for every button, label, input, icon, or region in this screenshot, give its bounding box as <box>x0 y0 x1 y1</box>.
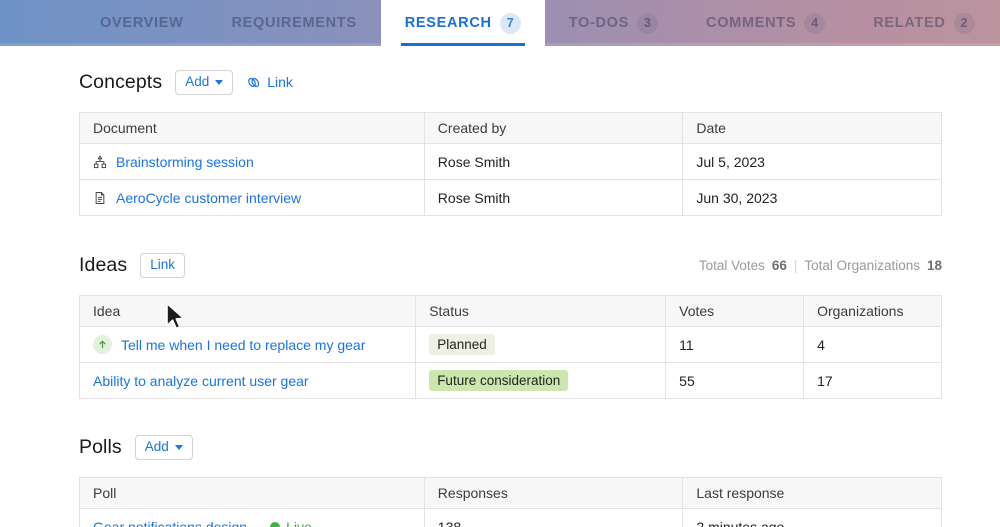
total-organizations-label: Total Organizations <box>804 258 920 273</box>
table-row: Gear notifications design Live 138 2 min… <box>80 509 942 527</box>
polls-add-label: Add <box>145 440 169 454</box>
polls-poll-cell: Gear notifications design Live <box>80 509 425 527</box>
polls-title: Polls <box>79 436 122 459</box>
ideas-votes-cell: 55 <box>666 363 804 399</box>
tab-count-badge: 2 <box>954 13 975 34</box>
table-row: Brainstorming session Rose Smith Jul 5, … <box>80 144 942 180</box>
page-body: Concepts Add Link Document Created by Da… <box>0 46 1000 527</box>
document-icon <box>93 191 107 205</box>
polls-add-button[interactable]: Add <box>135 435 193 460</box>
tab-requirements[interactable]: REQUIREMENTS <box>208 0 381 46</box>
live-dot-icon <box>270 522 280 527</box>
ideas-title: Ideas <box>79 254 127 277</box>
table-header-row: Document Created by Date <box>80 113 942 144</box>
table-row: AeroCycle customer interview Rose Smith … <box>80 180 942 216</box>
concepts-add-label: Add <box>185 75 209 89</box>
ideas-link-button[interactable]: Link <box>140 253 185 278</box>
tab-count-badge: 4 <box>804 13 825 34</box>
column-header-poll: Poll <box>80 478 425 509</box>
column-header-status: Status <box>416 296 666 327</box>
ideas-section-header: Ideas Link Total Votes 66 | Total Organi… <box>79 248 942 282</box>
chevron-down-icon <box>215 80 223 85</box>
ideas-idea-cell: Ability to analyze current user gear <box>80 363 416 399</box>
polls-section-header: Polls Add <box>79 430 942 464</box>
column-header-document: Document <box>80 113 425 144</box>
concepts-table: Document Created by Date <box>79 112 942 216</box>
table-row: Ability to analyze current user gear Fut… <box>80 363 942 399</box>
tab-label: OVERVIEW <box>100 16 184 31</box>
column-header-organizations: Organizations <box>804 296 942 327</box>
total-organizations-value: 18 <box>927 258 942 273</box>
concepts-date-cell: Jun 30, 2023 <box>683 180 942 216</box>
table-header-row: Poll Responses Last response <box>80 478 942 509</box>
column-header-votes: Votes <box>666 296 804 327</box>
total-votes-label: Total Votes <box>699 258 765 273</box>
concepts-date-cell: Jul 5, 2023 <box>683 144 942 180</box>
concepts-document-cell: AeroCycle customer interview <box>80 180 425 216</box>
total-votes-value: 66 <box>772 258 787 273</box>
concepts-section: Concepts Add Link Document Created by Da… <box>0 46 1000 216</box>
stats-separator: | <box>794 258 798 273</box>
concepts-document-link[interactable]: Brainstorming session <box>116 154 254 170</box>
ideas-status-cell: Planned <box>416 327 666 363</box>
ideas-organizations-cell: 4 <box>804 327 942 363</box>
status-badge: Future consideration <box>429 370 568 392</box>
polls-poll-link[interactable]: Gear notifications design <box>93 519 247 527</box>
arrow-up-icon <box>97 339 108 350</box>
status-badge: Planned <box>429 334 495 356</box>
concepts-created-by-cell: Rose Smith <box>424 180 683 216</box>
polls-responses-cell: 138 <box>424 509 683 527</box>
tab-label: TO-DOS <box>569 16 629 31</box>
concepts-link-label: Link <box>267 74 293 90</box>
ideas-organizations-cell: 17 <box>804 363 942 399</box>
tab-overview[interactable]: OVERVIEW <box>76 0 208 46</box>
ideas-link-label: Link <box>150 258 175 272</box>
concepts-created-by-cell: Rose Smith <box>424 144 683 180</box>
ideas-stats: Total Votes 66 | Total Organizations 18 <box>699 258 942 273</box>
ideas-status-cell: Future consideration <box>416 363 666 399</box>
tab-research[interactable]: RESEARCH 7 <box>381 0 545 46</box>
tab-count-badge: 3 <box>637 13 658 34</box>
concepts-title: Concepts <box>79 71 162 94</box>
concepts-document-link[interactable]: AeroCycle customer interview <box>116 190 301 206</box>
live-label: Live <box>286 519 312 527</box>
chain-link-icon <box>246 75 261 90</box>
tab-to-dos[interactable]: TO-DOS 3 <box>545 0 682 46</box>
column-header-created-by: Created by <box>424 113 683 144</box>
concepts-link-button[interactable]: Link <box>246 74 293 90</box>
tab-label: RESEARCH <box>405 16 492 31</box>
column-header-last-response: Last response <box>683 478 942 509</box>
tab-bar: OVERVIEW REQUIREMENTS RESEARCH 7 TO-DOS … <box>0 0 1000 46</box>
tab-label: RELATED <box>873 16 945 31</box>
tab-label: REQUIREMENTS <box>232 16 357 31</box>
ideas-idea-cell: Tell me when I need to replace my gear <box>80 327 416 363</box>
column-header-idea: Idea <box>80 296 416 327</box>
ideas-section: Ideas Link Total Votes 66 | Total Organi… <box>0 216 1000 399</box>
polls-last-response-cell: 2 minutes ago <box>683 509 942 527</box>
ideas-votes-cell: 11 <box>666 327 804 363</box>
tab-comments[interactable]: COMMENTS 4 <box>682 0 849 46</box>
tab-count-badge: 7 <box>500 13 521 34</box>
ideas-idea-link[interactable]: Ability to analyze current user gear <box>93 373 309 389</box>
hierarchy-icon <box>93 155 107 169</box>
concepts-section-header: Concepts Add Link <box>79 65 942 99</box>
chevron-down-icon <box>175 445 183 450</box>
concepts-add-button[interactable]: Add <box>175 70 233 95</box>
column-header-responses: Responses <box>424 478 683 509</box>
tab-related[interactable]: RELATED 2 <box>849 0 998 46</box>
ideas-table: Idea Status Votes Organizations <box>79 295 942 399</box>
ideas-idea-link[interactable]: Tell me when I need to replace my gear <box>121 337 365 353</box>
concepts-document-cell: Brainstorming session <box>80 144 425 180</box>
column-header-date: Date <box>683 113 942 144</box>
table-row: Tell me when I need to replace my gear P… <box>80 327 942 363</box>
upvote-button[interactable] <box>93 335 112 354</box>
table-header-row: Idea Status Votes Organizations <box>80 296 942 327</box>
poll-live-status: Live <box>270 519 312 527</box>
polls-table: Poll Responses Last response Gear notifi… <box>79 477 942 527</box>
polls-section: Polls Add Poll Responses Last response <box>0 399 1000 527</box>
tab-label: COMMENTS <box>706 16 796 31</box>
